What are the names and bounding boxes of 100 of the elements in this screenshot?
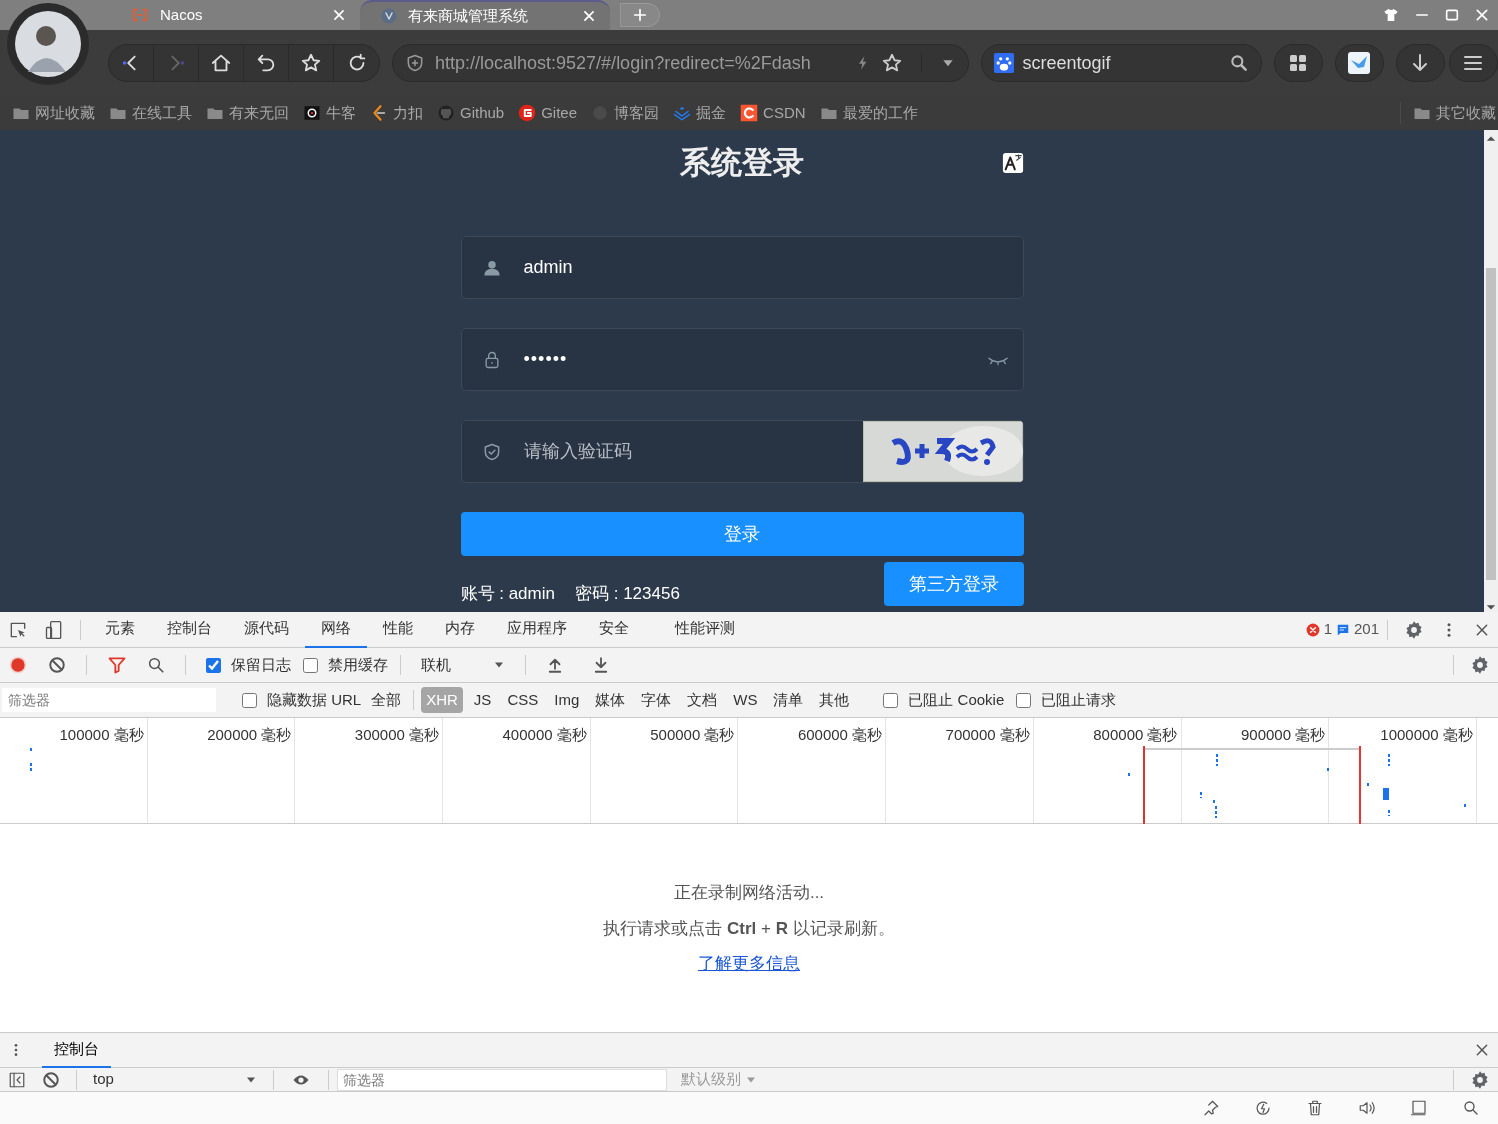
type-filter-button[interactable]: 媒体 <box>590 686 631 714</box>
pin-icon[interactable] <box>1202 1099 1220 1117</box>
error-icon <box>1305 622 1320 637</box>
empty-state-title: 正在录制网络活动... <box>673 882 825 904</box>
tick-label: 1000000 毫秒 <box>1380 726 1473 743</box>
new-tab-button[interactable] <box>620 3 660 27</box>
devtools-tab[interactable]: 应用程序 <box>491 611 583 648</box>
type-filter-button[interactable]: JS <box>468 686 497 714</box>
type-filter-button[interactable]: 全部 <box>366 686 407 714</box>
close-icon[interactable] <box>1474 7 1490 23</box>
clear-icon[interactable] <box>42 1070 60 1089</box>
close-icon[interactable] <box>332 8 346 22</box>
device-icon[interactable] <box>44 619 64 640</box>
search-icon[interactable] <box>1228 53 1249 73</box>
checkbox[interactable] <box>242 692 257 708</box>
filter-icon[interactable] <box>107 655 127 675</box>
plus-icon <box>632 7 648 23</box>
bookmark-link[interactable]: 最爱的工作 <box>842 101 918 125</box>
close-icon[interactable] <box>1474 1042 1490 1058</box>
settings-icon[interactable] <box>1404 619 1424 640</box>
message-icon <box>1335 622 1350 637</box>
type-filter-button[interactable]: 文档 <box>682 686 723 714</box>
bookmark-link[interactable]: 网址收藏 <box>35 101 95 125</box>
type-filter-button[interactable]: 其他 <box>814 686 855 714</box>
learn-more-link[interactable]: 了解更多信息 <box>698 951 800 977</box>
bookmark-link[interactable]: 掘金 <box>696 101 727 125</box>
trash-icon[interactable] <box>1306 1099 1324 1117</box>
tick-label: 200000 毫秒 <box>207 726 292 743</box>
devtools-tab[interactable]: 控制台 <box>151 611 228 648</box>
captcha-box[interactable]: 请输入验证码 <box>460 420 1024 483</box>
type-filter-button[interactable]: 清单 <box>768 686 809 714</box>
home-icon[interactable] <box>210 52 232 74</box>
checkbox-label: 保留日志 <box>231 654 291 675</box>
checkbox[interactable] <box>883 692 899 708</box>
type-filter-button[interactable]: Img <box>549 686 585 714</box>
bookmark-link[interactable]: Github <box>460 101 505 125</box>
upload-icon[interactable] <box>546 656 564 674</box>
scrollbar-thumb[interactable] <box>1486 268 1496 580</box>
sidebar-icon[interactable] <box>8 1070 26 1089</box>
throttling-dropdown[interactable]: 联机 <box>413 653 513 677</box>
star-icon[interactable] <box>881 52 904 74</box>
type-filter-button[interactable]: CSS <box>502 686 544 714</box>
chevron-icon <box>673 104 692 122</box>
search-icon[interactable] <box>147 656 165 674</box>
filter-field[interactable]: 筛选器 <box>2 688 216 712</box>
undo-icon[interactable] <box>255 52 277 74</box>
password-field[interactable]: •••••• <box>521 345 987 374</box>
shield-icon <box>405 53 425 73</box>
bookmark-link[interactable]: 牛客 <box>326 101 356 125</box>
maximize-icon[interactable] <box>1444 7 1460 23</box>
devtools-tab[interactable]: 安全 <box>583 611 645 648</box>
filter-field[interactable]: 筛选器 <box>337 1068 667 1091</box>
captcha-field[interactable]: 请输入验证码 <box>521 437 863 466</box>
tab-title: Nacos <box>160 4 204 25</box>
checkbox[interactable] <box>303 657 318 673</box>
username-field[interactable]: admin <box>521 253 1023 282</box>
devtools-tab[interactable]: 源代码 <box>228 611 305 648</box>
clear-icon[interactable] <box>48 656 66 674</box>
checkbox[interactable] <box>1016 692 1032 708</box>
bookmark-link[interactable]: 在线工具 <box>132 101 192 125</box>
record-icon[interactable] <box>8 655 28 675</box>
translate-icon[interactable] <box>1001 152 1024 174</box>
devtools-tab[interactable]: 元素 <box>89 611 151 648</box>
window-icon[interactable] <box>1410 1099 1428 1117</box>
bookmark-link[interactable]: CSDN <box>763 101 806 125</box>
star-icon[interactable] <box>300 52 322 74</box>
scroll-up-icon[interactable] <box>1486 134 1496 144</box>
address-bar[interactable]: http://localhost:9527/#/login?redirect=%2Fdash <box>392 44 970 82</box>
clock-bolt-icon[interactable] <box>1254 1099 1272 1117</box>
bird-icon[interactable] <box>1347 51 1372 75</box>
context-dropdown[interactable]: top <box>85 1068 265 1091</box>
download-icon[interactable] <box>592 656 610 674</box>
shirt-icon[interactable] <box>1382 7 1400 23</box>
bookmark-link[interactable]: 有来无回 <box>229 101 289 125</box>
checkbox[interactable] <box>206 657 221 673</box>
checkbox-label: 已阻止 Cookie <box>908 689 1005 710</box>
hint-text: 密码 : 123456 <box>575 582 680 605</box>
close-icon[interactable] <box>582 9 596 23</box>
devtools-tab[interactable]: 性能 <box>367 611 429 648</box>
browser-tab[interactable]: 有来商城管理系统 <box>360 0 610 30</box>
tick-label: 100000 毫秒 <box>59 726 144 743</box>
tick-label: 900000 毫秒 <box>1240 726 1326 743</box>
search-field[interactable]: screentogif <box>981 44 1262 82</box>
bookmark-link[interactable]: 力扣 <box>393 101 423 125</box>
type-filter-button[interactable]: 字体 <box>636 686 677 714</box>
browser-tab[interactable]: Nacos <box>110 0 360 30</box>
speaker-icon[interactable] <box>1358 1099 1376 1117</box>
v-logo-icon <box>380 7 398 25</box>
devtools-tab[interactable]: 性能评测 <box>659 611 751 648</box>
bookmark-link[interactable]: 博客园 <box>614 101 660 125</box>
settings-icon[interactable] <box>1470 655 1490 675</box>
search-icon[interactable] <box>1462 1099 1480 1117</box>
settings-icon[interactable] <box>1470 1069 1490 1090</box>
bookmark-link[interactable]: Gitee <box>541 101 578 125</box>
devtools-tab[interactable]: 内存 <box>429 611 491 648</box>
type-filter-button[interactable]: WS <box>728 686 763 714</box>
username-box[interactable]: admin <box>460 236 1024 299</box>
message-count: 201 <box>1353 619 1379 640</box>
bookmark-link[interactable]: 其它收藏 <box>1436 101 1496 125</box>
password-box[interactable]: •••••• <box>460 328 1024 391</box>
